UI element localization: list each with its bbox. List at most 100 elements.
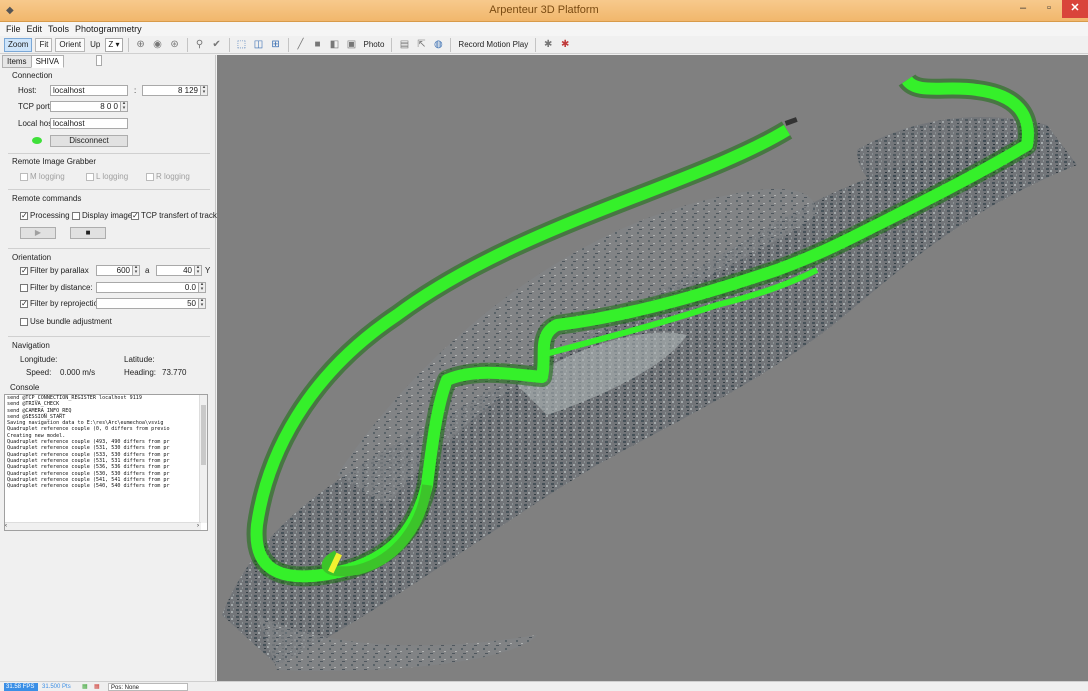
display-images-label: Display images: [82, 211, 137, 220]
up-axis-select[interactable]: Z ▾: [105, 37, 123, 52]
console-title: Console: [10, 383, 40, 392]
export-icon[interactable]: ⇱: [414, 38, 428, 52]
grabber-group-title: Remote Image Grabber: [12, 157, 97, 166]
filter-reprojection-checkbox[interactable]: ✓: [20, 300, 28, 308]
title-bar: ◆ Arpenteur 3D Platform – ▫ ✕: [0, 0, 1088, 22]
parallax-max-field[interactable]: 40 ▴ ▾: [156, 265, 202, 276]
processing-checkbox[interactable]: ✓: [20, 212, 28, 220]
menu-photogrammetry[interactable]: Photogrammetry: [75, 22, 142, 36]
local-host-value: localhost: [53, 119, 85, 128]
window-title: Arpenteur 3D Platform: [489, 4, 599, 16]
orient-button[interactable]: Orient: [55, 37, 86, 52]
spin-arrows-icon[interactable]: ▴ ▾: [198, 283, 205, 292]
fit-button[interactable]: Fit: [35, 37, 53, 52]
menu-tools[interactable]: Tools: [48, 22, 69, 36]
menu-edit[interactable]: Edit: [27, 22, 43, 36]
tcp-port-value: 8 0 0: [100, 102, 118, 111]
console-output[interactable]: send @TCP_CONNECTION_REGISTER localhost …: [4, 394, 208, 531]
filter-distance-checkbox[interactable]: [20, 284, 28, 292]
play-icon: ▶: [34, 228, 42, 237]
spin-arrows-icon[interactable]: ▴ ▾: [198, 299, 205, 308]
pin-icon[interactable]: ⚲: [193, 38, 207, 52]
filter-reprojection-label: Filter by reprojection:: [30, 299, 105, 308]
tcp-port-input[interactable]: 8 0 0 ▴ ▾: [50, 101, 128, 112]
toolbar-separator: [391, 37, 393, 52]
record-status-icon: ▦: [94, 684, 100, 690]
camera-icon[interactable]: ▤: [397, 38, 411, 52]
cube-icon[interactable]: ◫: [252, 38, 266, 52]
menu-bar: File Edit Tools Photogrammetry: [0, 22, 1088, 36]
spin-arrows-icon[interactable]: ▴ ▾: [194, 266, 201, 275]
m-logging-label: M logging: [30, 172, 65, 181]
stop-icon: ■: [85, 228, 91, 237]
filter-parallax-label: Filter by parallax: [30, 266, 89, 275]
fps-readout: 31.58 FPS: [4, 683, 38, 691]
reprojection-field[interactable]: 50 ▴ ▾: [96, 298, 206, 309]
menu-file[interactable]: File: [6, 22, 21, 36]
close-button[interactable]: ✕: [1062, 0, 1088, 18]
l-logging-checkbox[interactable]: [86, 173, 94, 181]
settings-icon[interactable]: ✱: [558, 38, 572, 52]
tcp-transfert-checkbox[interactable]: ✓: [131, 212, 139, 220]
bundle-adjustment-checkbox[interactable]: [20, 318, 28, 326]
point-cloud-region: [222, 125, 1077, 665]
chevron-left-icon[interactable]: ‹: [5, 523, 7, 529]
chevron-right-icon[interactable]: ›: [197, 523, 199, 530]
distance-field[interactable]: 0.0 ▴ ▾: [96, 282, 206, 293]
parallax-max-value: 40: [183, 266, 192, 275]
tab-shiva[interactable]: SHIVA: [30, 55, 64, 68]
toolbar-separator: [186, 37, 188, 52]
check-icon[interactable]: ✔: [210, 38, 224, 52]
record-motion-play-button[interactable]: Record Motion Play: [456, 40, 530, 49]
divider: [8, 189, 210, 190]
parallax-unit: Y: [205, 266, 211, 275]
spin-arrows-icon[interactable]: ▴ ▾: [120, 102, 127, 111]
eye-icon[interactable]: ◉: [151, 38, 165, 52]
console-vertical-scrollbar[interactable]: [199, 395, 207, 523]
globe-icon[interactable]: ◍: [431, 38, 445, 52]
target-icon[interactable]: ⊛: [168, 38, 182, 52]
maximize-button[interactable]: ▫: [1036, 0, 1062, 18]
spin-arrows-icon[interactable]: ▴ ▾: [132, 266, 139, 275]
tools-icon[interactable]: ✱: [541, 38, 555, 52]
bundle-adjustment-label: Use bundle adjustment: [30, 317, 112, 326]
status-bar: 31.58 FPS 31.500 Pts ▦ ▦ Pos: None: [0, 681, 1088, 691]
host-input[interactable]: localhost: [50, 85, 128, 96]
play-button[interactable]: ▶: [20, 227, 56, 239]
up-axis-value: Z: [108, 39, 114, 49]
tab-items[interactable]: Items: [2, 55, 32, 68]
distance-value: 0.0: [184, 283, 196, 292]
filter-distance-label: Filter by distance:: [30, 283, 93, 292]
parallax-min-field[interactable]: 600 ▴ ▾: [96, 265, 140, 276]
display-images-checkbox[interactable]: [72, 212, 80, 220]
frame-icon[interactable]: ▣: [345, 38, 359, 52]
photo-button[interactable]: Photo: [362, 40, 387, 49]
grid-icon[interactable]: ⊞: [269, 38, 283, 52]
host-port-input[interactable]: 8 129 ▴ ▾: [142, 85, 208, 96]
disconnect-button[interactable]: Disconnect: [50, 135, 128, 147]
stop-button[interactable]: ■: [70, 227, 106, 239]
toolbar-separator: [535, 37, 537, 52]
m-logging-checkbox[interactable]: [20, 173, 28, 181]
layers-icon[interactable]: ◧: [328, 38, 342, 52]
select-icon[interactable]: ⬚: [235, 38, 249, 52]
minimize-button[interactable]: –: [1010, 0, 1036, 18]
fill-icon[interactable]: ■: [311, 38, 325, 52]
3d-viewport[interactable]: [217, 55, 1088, 681]
zoom-button[interactable]: Zoom: [4, 37, 33, 52]
up-label: Up: [90, 40, 101, 49]
connection-status-indicator: [32, 137, 42, 144]
scroll-thumb[interactable]: [201, 405, 206, 465]
console-horizontal-scrollbar[interactable]: ‹ ›: [5, 522, 201, 530]
tcp-port-label: TCP port:: [18, 102, 53, 111]
line-tool-icon[interactable]: ╱: [294, 38, 308, 52]
panel-tabs: Items SHIVA: [2, 55, 64, 68]
local-host-input[interactable]: localhost: [50, 118, 128, 129]
shiva-panel: Items SHIVA Connection Host: localhost :…: [0, 55, 221, 681]
grid-status-icon: ▦: [82, 684, 88, 690]
parallax-min-input[interactable]: [96, 55, 102, 66]
spin-arrows-icon[interactable]: ▴ ▾: [200, 86, 207, 95]
zoom-in-icon[interactable]: ⊕: [134, 38, 148, 52]
r-logging-checkbox[interactable]: [146, 173, 154, 181]
filter-parallax-checkbox[interactable]: ✓: [20, 267, 28, 275]
